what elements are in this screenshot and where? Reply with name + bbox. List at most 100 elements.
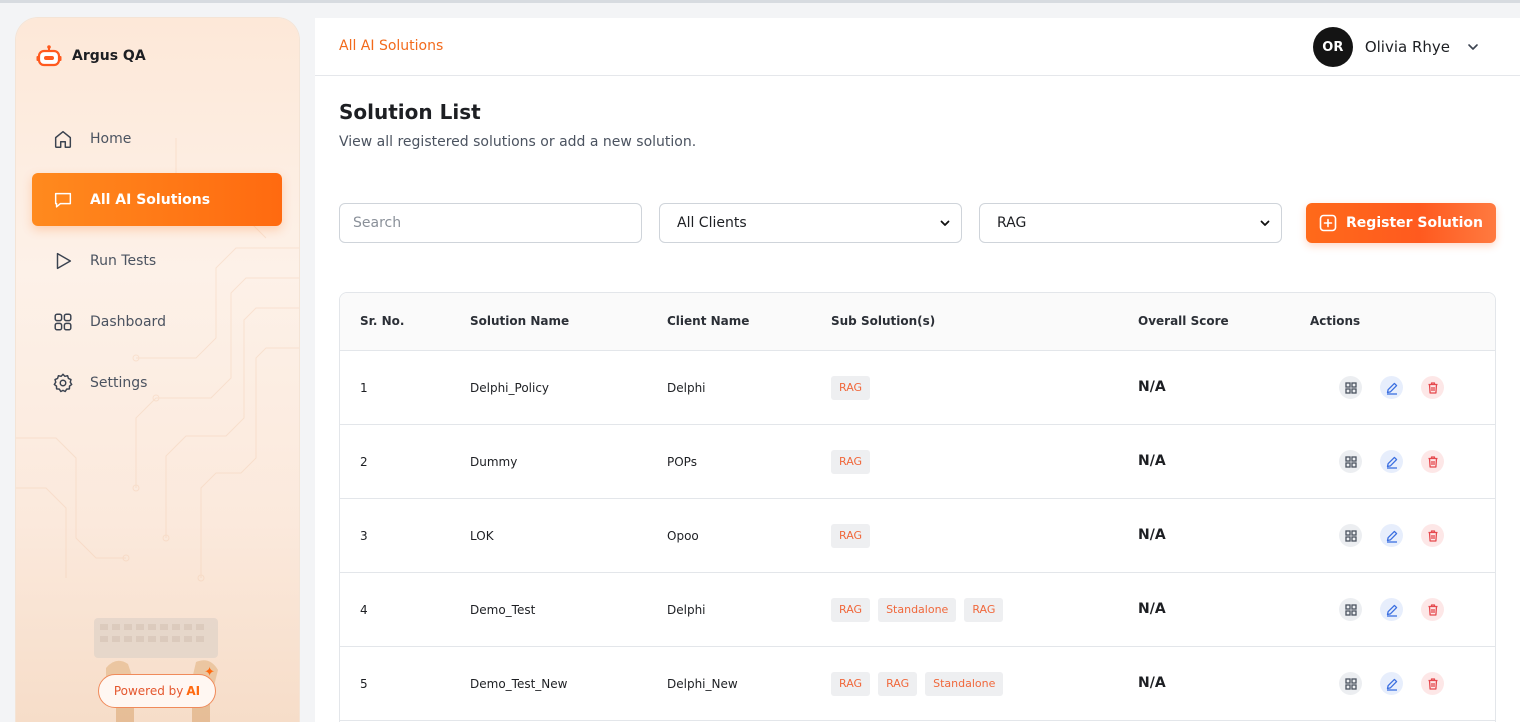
page-subtitle: View all registered solutions or add a n… xyxy=(339,134,697,150)
table-row: 5 Demo_Test_New Delphi_New RAG RAG Stand… xyxy=(340,647,1495,721)
row-actions xyxy=(1339,450,1444,473)
sidebar-item-all-ai-solutions[interactable]: All AI Solutions xyxy=(32,173,282,226)
sub-solution-tags: RAG xyxy=(831,524,871,548)
sidebar-nav: Home All AI Solutions Run Tests Dashboar… xyxy=(32,112,282,417)
grid-view-icon xyxy=(1344,677,1357,690)
grid-view-icon xyxy=(1344,381,1357,394)
powered-by-label: Powered by xyxy=(113,684,184,698)
cell-client-name: Delphi xyxy=(667,381,706,395)
cell-overall-score: N/A xyxy=(1138,379,1166,395)
breadcrumb[interactable]: All AI Solutions xyxy=(339,38,443,54)
brand[interactable]: Argus QA xyxy=(36,44,146,68)
table-row: 1 Delphi_Policy Delphi RAG N/A xyxy=(340,351,1495,425)
delete-button[interactable] xyxy=(1421,598,1444,621)
grid-icon xyxy=(54,312,72,331)
trash-icon xyxy=(1428,603,1437,616)
cell-overall-score: N/A xyxy=(1138,527,1166,543)
edit-button[interactable] xyxy=(1380,598,1403,621)
delete-button[interactable] xyxy=(1421,672,1444,695)
header-actions: Actions xyxy=(1310,314,1361,328)
sidebar-item-run-tests[interactable]: Run Tests xyxy=(32,234,282,287)
view-details-button[interactable] xyxy=(1339,450,1362,473)
trash-icon xyxy=(1428,381,1437,394)
sub-solution-tags: RAG RAG Standalone xyxy=(831,672,1004,696)
sidebar-item-dashboard[interactable]: Dashboard xyxy=(32,295,282,348)
chevron-down-icon xyxy=(1260,220,1270,226)
app-name: Argus QA xyxy=(72,48,146,64)
cell-sr-no: 1 xyxy=(360,381,368,395)
user-menu[interactable]: OR Olivia Rhye xyxy=(1312,27,1480,67)
edit-button[interactable] xyxy=(1380,672,1403,695)
cell-solution-name: Delphi_Policy xyxy=(470,381,550,395)
register-solution-button[interactable]: Register Solution xyxy=(1306,203,1496,243)
cell-client-name: Delphi xyxy=(667,603,706,617)
table-header: Sr. No. Solution Name Client Name Sub So… xyxy=(340,293,1495,351)
row-actions xyxy=(1339,524,1444,547)
cell-sr-no: 5 xyxy=(360,677,368,691)
search-input[interactable] xyxy=(339,203,642,243)
sub-solution-tag: RAG xyxy=(831,450,871,474)
sub-solution-tag: RAG xyxy=(831,598,871,622)
edit-button[interactable] xyxy=(1380,524,1403,547)
register-solution-label: Register Solution xyxy=(1346,215,1483,231)
sidebar-item-home[interactable]: Home xyxy=(32,112,282,165)
trash-icon xyxy=(1428,529,1437,542)
table-row: 2 Dummy POPs RAG N/A xyxy=(340,425,1495,499)
type-filter-select[interactable]: RAG xyxy=(979,203,1282,243)
top-bar: All AI Solutions OR Olivia Rhye xyxy=(315,18,1520,76)
trash-icon xyxy=(1428,455,1437,468)
sparkle-icon: ✦ xyxy=(204,665,215,680)
sidebar-item-settings[interactable]: Settings xyxy=(32,356,282,409)
row-actions xyxy=(1339,672,1444,695)
grid-view-icon xyxy=(1344,455,1357,468)
row-actions xyxy=(1339,376,1444,399)
delete-button[interactable] xyxy=(1421,524,1444,547)
sub-solution-tag: RAG xyxy=(831,376,871,400)
cell-solution-name: Demo_Test xyxy=(470,603,536,617)
delete-button[interactable] xyxy=(1421,450,1444,473)
pencil-icon xyxy=(1386,678,1397,691)
pencil-icon xyxy=(1386,530,1397,543)
table-row: 3 LOK Opoo RAG N/A xyxy=(340,499,1495,573)
table-row: 4 Demo_Test Delphi RAG Standalone RAG N/… xyxy=(340,573,1495,647)
grid-view-icon xyxy=(1344,529,1357,542)
cell-overall-score: N/A xyxy=(1138,675,1166,691)
chat-icon xyxy=(54,192,72,208)
avatar: OR xyxy=(1312,27,1353,67)
sub-solution-tags: RAG xyxy=(831,450,871,474)
cell-sr-no: 2 xyxy=(360,455,368,469)
sidebar: Argus QA Home All AI Solutions Run Tests xyxy=(16,18,299,722)
sub-solution-tag: Standalone xyxy=(925,672,1004,696)
powered-by-ai-badge: Powered by AI ✦ xyxy=(98,665,216,708)
type-filter-value: RAG xyxy=(997,215,1027,231)
chevron-down-icon[interactable] xyxy=(1466,40,1480,54)
play-icon xyxy=(56,252,72,269)
view-details-button[interactable] xyxy=(1339,598,1362,621)
sub-solution-tag: Standalone xyxy=(878,598,957,622)
sub-solution-tags: RAG xyxy=(831,376,871,400)
sub-solution-tag: RAG xyxy=(878,672,918,696)
cell-client-name: Delphi_New xyxy=(667,677,738,691)
cell-client-name: POPs xyxy=(667,455,697,469)
header-client-name: Client Name xyxy=(667,314,750,328)
robot-logo-icon xyxy=(36,45,62,67)
cell-overall-score: N/A xyxy=(1138,601,1166,617)
page-title: Solution List xyxy=(339,100,481,124)
view-details-button[interactable] xyxy=(1339,672,1362,695)
view-details-button[interactable] xyxy=(1339,524,1362,547)
client-filter-select[interactable]: All Clients xyxy=(659,203,962,243)
chevron-down-icon xyxy=(940,220,950,226)
cell-client-name: Opoo xyxy=(667,529,699,543)
gear-icon xyxy=(53,373,73,392)
delete-button[interactable] xyxy=(1421,376,1444,399)
sub-solution-tag: RAG xyxy=(831,524,871,548)
header-sr-no: Sr. No. xyxy=(360,314,405,328)
edit-button[interactable] xyxy=(1380,376,1403,399)
home-icon xyxy=(54,130,72,148)
edit-button[interactable] xyxy=(1380,450,1403,473)
sidebar-item-label: Settings xyxy=(90,374,148,391)
header-solution-name: Solution Name xyxy=(470,314,570,328)
plus-square-icon xyxy=(1319,214,1337,232)
cell-sr-no: 4 xyxy=(360,603,368,617)
view-details-button[interactable] xyxy=(1339,376,1362,399)
